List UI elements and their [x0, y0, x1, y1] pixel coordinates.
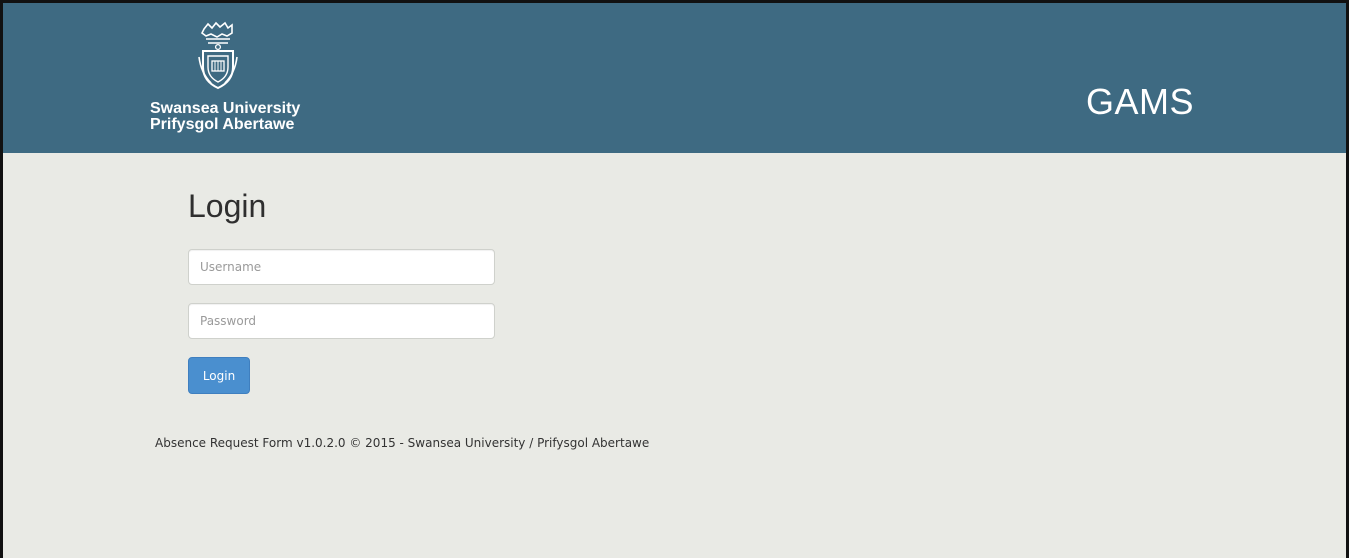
page-frame: Swansea University Prifysgol Abertawe GA…: [0, 0, 1349, 558]
university-crest-icon: [198, 21, 238, 90]
login-heading: Login: [188, 188, 267, 224]
site-header: Swansea University Prifysgol Abertawe GA…: [3, 3, 1346, 153]
app-name: GAMS: [1086, 81, 1195, 122]
footer-copyright: Absence Request Form v1.0.2.0 © 2015 - S…: [155, 436, 650, 450]
password-input[interactable]: [188, 303, 495, 339]
login-button[interactable]: Login: [188, 357, 250, 394]
username-input[interactable]: [188, 249, 495, 285]
logo-text-welsh: Prifysgol Abertawe: [150, 116, 295, 133]
